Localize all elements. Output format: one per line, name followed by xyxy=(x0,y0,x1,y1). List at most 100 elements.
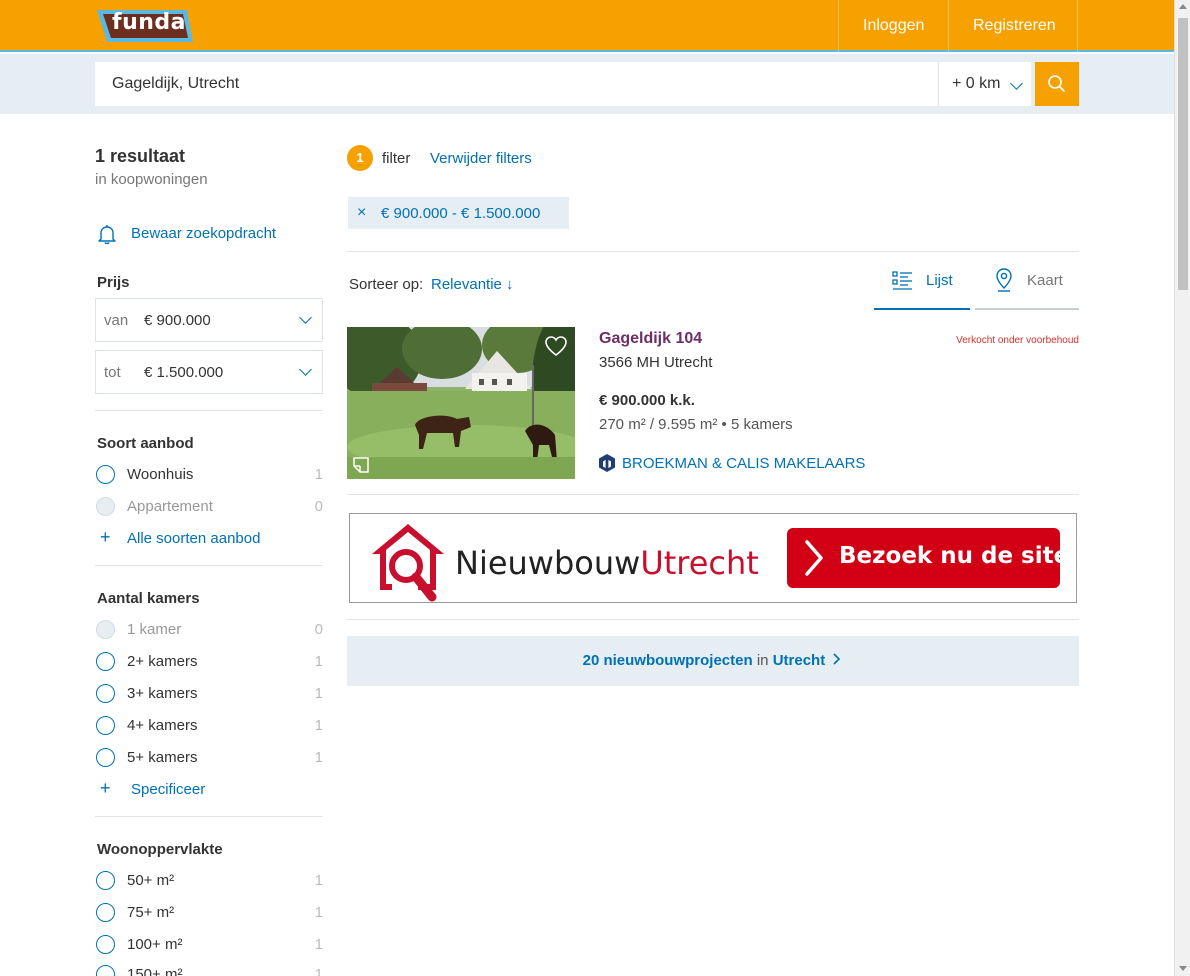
radio-button[interactable] xyxy=(96,748,115,767)
scroll-thumb[interactable] xyxy=(1178,18,1188,290)
list-icon xyxy=(892,271,912,290)
agent-logo-icon xyxy=(599,454,615,472)
chevron-down-icon xyxy=(1010,77,1023,90)
option-count: 1 xyxy=(314,872,323,889)
remove-filters-link[interactable]: Verwijder filters xyxy=(430,150,532,167)
radio-button[interactable] xyxy=(96,684,115,703)
listing-photo[interactable] xyxy=(347,327,575,479)
listing-title-link[interactable]: Gageldijk 104 xyxy=(599,330,702,348)
search-input[interactable] xyxy=(95,62,938,106)
radio-button[interactable] xyxy=(96,652,115,671)
tab-list-view[interactable]: Lijst xyxy=(874,262,970,310)
option-4-kamers[interactable]: 4+ kamers 1 xyxy=(96,715,323,737)
agent-name: BROEKMAN & CALIS MAKELAARS xyxy=(622,455,866,472)
radio-button[interactable] xyxy=(96,935,115,954)
radio-button[interactable] xyxy=(96,871,115,890)
sort-label: Sorteer op: xyxy=(349,276,424,293)
close-icon[interactable]: × xyxy=(357,204,366,222)
result-subtitle: in koopwoningen xyxy=(95,171,208,188)
listing-photo-image xyxy=(347,327,575,479)
tab-label: Lijst xyxy=(926,272,953,289)
more-label: Specificeer xyxy=(131,781,206,798)
chip-label: € 900.000 - € 1.500.000 xyxy=(381,205,541,222)
price-to-label: tot xyxy=(104,364,121,381)
divider xyxy=(95,565,323,566)
radio-button[interactable] xyxy=(96,465,115,484)
price-filter-chip[interactable]: × € 900.000 - € 1.500.000 xyxy=(348,197,569,229)
chevron-right-icon xyxy=(805,540,823,576)
register-button[interactable]: Registreren xyxy=(948,0,1078,52)
divider xyxy=(95,410,323,411)
price-from-value: € 900.000 xyxy=(144,312,211,329)
option-label: Woonhuis xyxy=(127,466,194,483)
price-title: Prijs xyxy=(97,274,130,291)
visit-site-button[interactable]: Bezoek nu de site xyxy=(787,528,1069,588)
option-3-kamers[interactable]: 3+ kamers 1 xyxy=(96,683,323,705)
option-woonhuis[interactable]: Woonhuis 1 xyxy=(96,464,323,486)
option-label: 50+ m² xyxy=(127,872,175,889)
radio-button[interactable] xyxy=(96,903,115,922)
nieuwbouw-banner[interactable]: NieuwbouwUtrecht Bezoek nu de site xyxy=(349,513,1077,603)
option-count: 1 xyxy=(314,685,323,702)
listing-price: € 900.000 k.k. xyxy=(599,392,695,409)
scroll-up-icon[interactable] xyxy=(1179,4,1187,9)
heart-icon[interactable] xyxy=(544,335,568,357)
radio-button xyxy=(96,620,115,639)
newbuild-projects-link[interactable]: 20 nieuwbouwprojecten in Utrecht xyxy=(347,636,1079,686)
login-button[interactable]: Inloggen xyxy=(838,0,948,52)
radio-button[interactable] xyxy=(96,716,115,735)
search-button[interactable] xyxy=(1035,62,1079,106)
plus-icon: + xyxy=(100,778,111,798)
divider xyxy=(347,619,1079,620)
result-count: 1 resultaat xyxy=(95,146,186,166)
option-100-m2[interactable]: 100+ m² 1 xyxy=(96,934,323,956)
divider xyxy=(347,494,1079,495)
option-count: 1 xyxy=(314,936,323,953)
divider xyxy=(95,816,323,817)
photo-indicator-icon xyxy=(353,457,369,473)
radio-button[interactable] xyxy=(96,965,115,976)
option-150-m2[interactable]: 150+ m² 1 xyxy=(96,964,323,976)
area-title: Woonoppervlakte xyxy=(97,841,223,858)
chevron-down-icon xyxy=(299,311,312,324)
filter-word: filter xyxy=(382,150,411,167)
option-count: 1 xyxy=(314,717,323,734)
option-label: 100+ m² xyxy=(127,936,183,953)
option-label: 3+ kamers xyxy=(127,685,198,702)
option-count: 1 xyxy=(314,966,323,976)
status-badge: Verkocht onder voorbehoud xyxy=(956,335,1079,346)
chevron-down-icon xyxy=(299,363,312,376)
price-from-label: van xyxy=(104,312,129,329)
price-to-select[interactable]: tot € 1.500.000 xyxy=(95,350,323,394)
chevron-right-icon xyxy=(833,653,841,665)
tab-label: Kaart xyxy=(1027,272,1063,289)
newbuild-in: in xyxy=(756,652,769,669)
banner-brand-a: Nieuwbouw xyxy=(455,544,641,582)
option-label: 75+ m² xyxy=(127,904,175,921)
radio-button xyxy=(96,497,115,516)
newbuild-city: Utrecht xyxy=(772,652,826,669)
scroll-down-icon[interactable] xyxy=(1179,966,1187,971)
divider xyxy=(347,251,1079,252)
sort-select[interactable]: Relevantie ↓ xyxy=(431,276,514,293)
page-scrollbar[interactable] xyxy=(1174,0,1190,976)
option-count: 1 xyxy=(314,904,323,921)
price-from-select[interactable]: van € 900.000 xyxy=(95,298,323,342)
listing-specs: 270 m² / 9.595 m² • 5 kamers xyxy=(599,416,793,433)
option-5-kamers[interactable]: 5+ kamers 1 xyxy=(96,747,323,769)
filter-count-badge: 1 xyxy=(347,145,373,171)
banner-brand: NieuwbouwUtrecht xyxy=(455,544,759,582)
map-pin-icon xyxy=(996,268,1012,292)
option-label: 4+ kamers xyxy=(127,717,198,734)
search-icon xyxy=(1048,75,1065,92)
save-search-label: Bewaar zoekopdracht xyxy=(131,225,277,242)
option-75-m2[interactable]: 75+ m² 1 xyxy=(96,902,323,924)
option-label: 150+ m² xyxy=(127,966,183,976)
option-2-kamers[interactable]: 2+ kamers 1 xyxy=(96,651,323,673)
tab-map-view[interactable]: Kaart xyxy=(975,262,1079,310)
option-1-kamer: 1 kamer 0 xyxy=(96,619,323,641)
rooms-title: Aantal kamers xyxy=(97,590,200,607)
radius-select[interactable]: + 0 km xyxy=(938,62,1031,106)
option-50-m2[interactable]: 50+ m² 1 xyxy=(96,870,323,892)
option-label: 2+ kamers xyxy=(127,653,198,670)
